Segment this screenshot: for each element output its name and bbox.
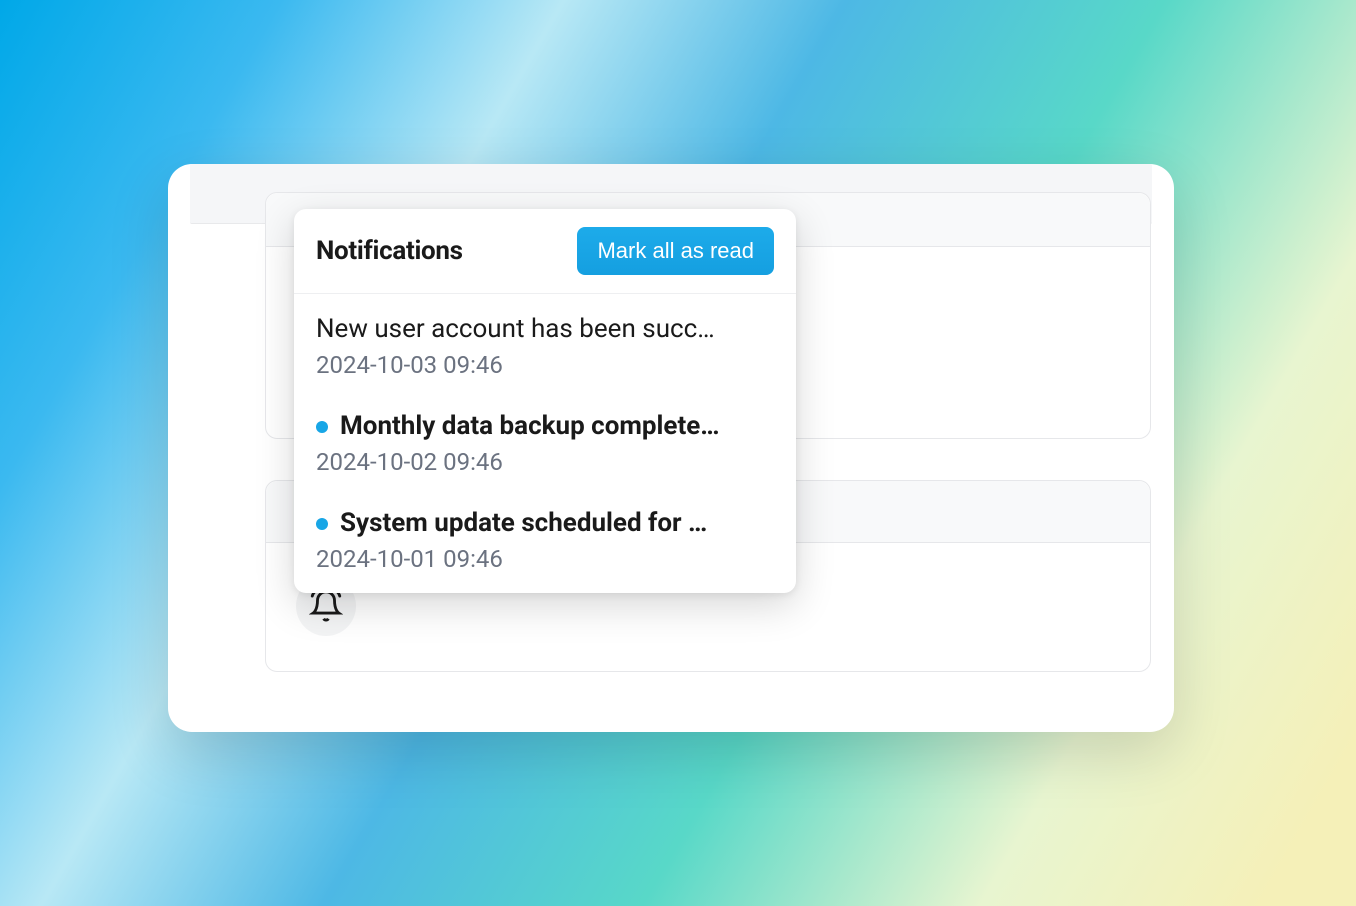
unread-dot-icon	[316, 518, 328, 530]
notification-item[interactable]: New user account has been succ… 2024-10-0…	[294, 298, 796, 395]
notifications-popover: Notifications Mark all as read New user …	[294, 209, 796, 593]
notification-item[interactable]: System update scheduled for … 2024-10-01 …	[294, 492, 796, 589]
popover-header: Notifications Mark all as read	[294, 209, 796, 294]
popover-title: Notifications	[316, 236, 463, 266]
notification-list: New user account has been succ… 2024-10-0…	[294, 294, 796, 593]
bell-icon	[309, 589, 343, 623]
notification-title: System update scheduled for …	[340, 506, 774, 541]
main-card: Notifications Mark all as read New user …	[168, 164, 1174, 732]
unread-dot-icon	[316, 421, 328, 433]
notification-title-row: System update scheduled for …	[316, 506, 774, 541]
notification-time: 2024-10-02 09:46	[316, 448, 774, 476]
notification-title-row: New user account has been succ…	[316, 312, 774, 347]
notification-title: Monthly data backup complete…	[340, 409, 774, 444]
notification-time: 2024-10-01 09:46	[316, 545, 774, 573]
mark-all-read-button[interactable]: Mark all as read	[577, 227, 774, 275]
notification-title: New user account has been succ…	[316, 312, 774, 347]
notification-time: 2024-10-03 09:46	[316, 351, 774, 379]
notification-item[interactable]: Monthly data backup complete… 2024-10-02 …	[294, 395, 796, 492]
notification-title-row: Monthly data backup complete…	[316, 409, 774, 444]
